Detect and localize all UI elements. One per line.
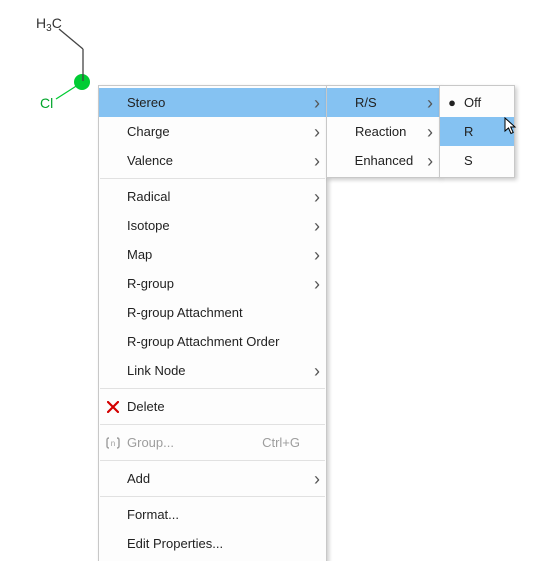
- menu-item-label: Format...: [127, 507, 308, 522]
- menu-separator: [100, 424, 325, 425]
- menu-item-group: n Group...Ctrl+G: [99, 428, 326, 457]
- menu-item-delete[interactable]: Delete: [99, 392, 326, 421]
- menu-item-label: Charge: [127, 124, 308, 139]
- menu-item-accelerator: Ctrl+G: [262, 435, 308, 450]
- menu-separator: [100, 178, 325, 179]
- stereocenter-highlight: [74, 74, 90, 90]
- menu-separator: [100, 460, 325, 461]
- menu-item-label: Link Node: [127, 363, 308, 378]
- menu-item-reaction[interactable]: Reaction›: [327, 117, 439, 146]
- menu-item-stereo[interactable]: Stereo›: [99, 88, 326, 117]
- menu-item-valence[interactable]: Valence›: [99, 146, 326, 175]
- menu-separator: [100, 388, 325, 389]
- menu-item-s[interactable]: S: [440, 146, 514, 175]
- menu-item-r-group-attachment[interactable]: R-group Attachment: [99, 298, 326, 327]
- menu-item-label: Reaction: [355, 124, 421, 139]
- menu-item-enhanced[interactable]: Enhanced›: [327, 146, 439, 175]
- context-menu[interactable]: Stereo›Charge›Valence›Radical›Isotope›Ma…: [98, 85, 327, 561]
- menu-item-label: Valence: [127, 153, 308, 168]
- chevron-right-icon: ›: [308, 472, 326, 486]
- menu-item-map[interactable]: Map›: [99, 240, 326, 269]
- menu-item-label: S: [464, 153, 496, 168]
- menu-item-label: R-group Attachment Order: [127, 334, 308, 349]
- menu-item-label: Edit Properties...: [127, 536, 308, 551]
- svg-text:n: n: [111, 439, 115, 448]
- menu-item-label: R: [464, 124, 496, 139]
- menu-item-off[interactable]: ●Off: [440, 88, 514, 117]
- menu-item-label: Radical: [127, 189, 308, 204]
- menu-item-label: Map: [127, 247, 308, 262]
- delete-icon: [99, 401, 127, 413]
- chevron-right-icon: ›: [421, 154, 439, 168]
- chevron-right-icon: ›: [421, 96, 439, 110]
- chevron-right-icon: ›: [308, 219, 326, 233]
- group-icon: n: [99, 437, 127, 449]
- menu-item-r-s[interactable]: R/S›: [327, 88, 439, 117]
- app-canvas: H3C Cl Stereo›Charge›Valence›Radical›Iso…: [0, 0, 538, 561]
- chevron-right-icon: ›: [308, 125, 326, 139]
- bond-to-cl: [56, 83, 81, 99]
- menu-item-isotope[interactable]: Isotope›: [99, 211, 326, 240]
- menu-item-edit-properties[interactable]: Edit Properties...: [99, 529, 326, 558]
- menu-item-label: Stereo: [127, 95, 308, 110]
- menu-item-label: Delete: [127, 399, 308, 414]
- menu-item-label: Add: [127, 471, 308, 486]
- selected-indicator-icon: ●: [440, 95, 464, 110]
- menu-item-add[interactable]: Add›: [99, 464, 326, 493]
- menu-item-label: R-group Attachment: [127, 305, 308, 320]
- chevron-right-icon: ›: [421, 125, 439, 139]
- rs-submenu[interactable]: ●Off RS: [439, 85, 515, 178]
- stereo-submenu[interactable]: R/S›Reaction›Enhanced›: [326, 85, 440, 178]
- atom-label-h3c: H3C: [36, 15, 62, 34]
- menu-item-label: R/S: [355, 95, 421, 110]
- chevron-right-icon: ›: [308, 154, 326, 168]
- menu-item-label: Off: [464, 95, 496, 110]
- menu-item-radical[interactable]: Radical›: [99, 182, 326, 211]
- atom-label-cl: Cl: [40, 95, 53, 111]
- chevron-right-icon: ›: [308, 190, 326, 204]
- bond: [59, 29, 83, 49]
- menu-item-label: R-group: [127, 276, 308, 291]
- chevron-right-icon: ›: [308, 364, 326, 378]
- menu-item-label: Group...: [127, 435, 262, 450]
- menu-item-format[interactable]: Format...: [99, 500, 326, 529]
- chevron-right-icon: ›: [308, 248, 326, 262]
- menu-item-r[interactable]: R: [440, 117, 514, 146]
- chevron-right-icon: ›: [308, 96, 326, 110]
- menu-item-label: Isotope: [127, 218, 308, 233]
- menu-item-label: Enhanced: [355, 153, 422, 168]
- menu-item-charge[interactable]: Charge›: [99, 117, 326, 146]
- menu-item-r-group-attachment-order[interactable]: R-group Attachment Order: [99, 327, 326, 356]
- chevron-right-icon: ›: [308, 277, 326, 291]
- menu-separator: [100, 496, 325, 497]
- menu-item-r-group[interactable]: R-group›: [99, 269, 326, 298]
- menu-item-link-node[interactable]: Link Node›: [99, 356, 326, 385]
